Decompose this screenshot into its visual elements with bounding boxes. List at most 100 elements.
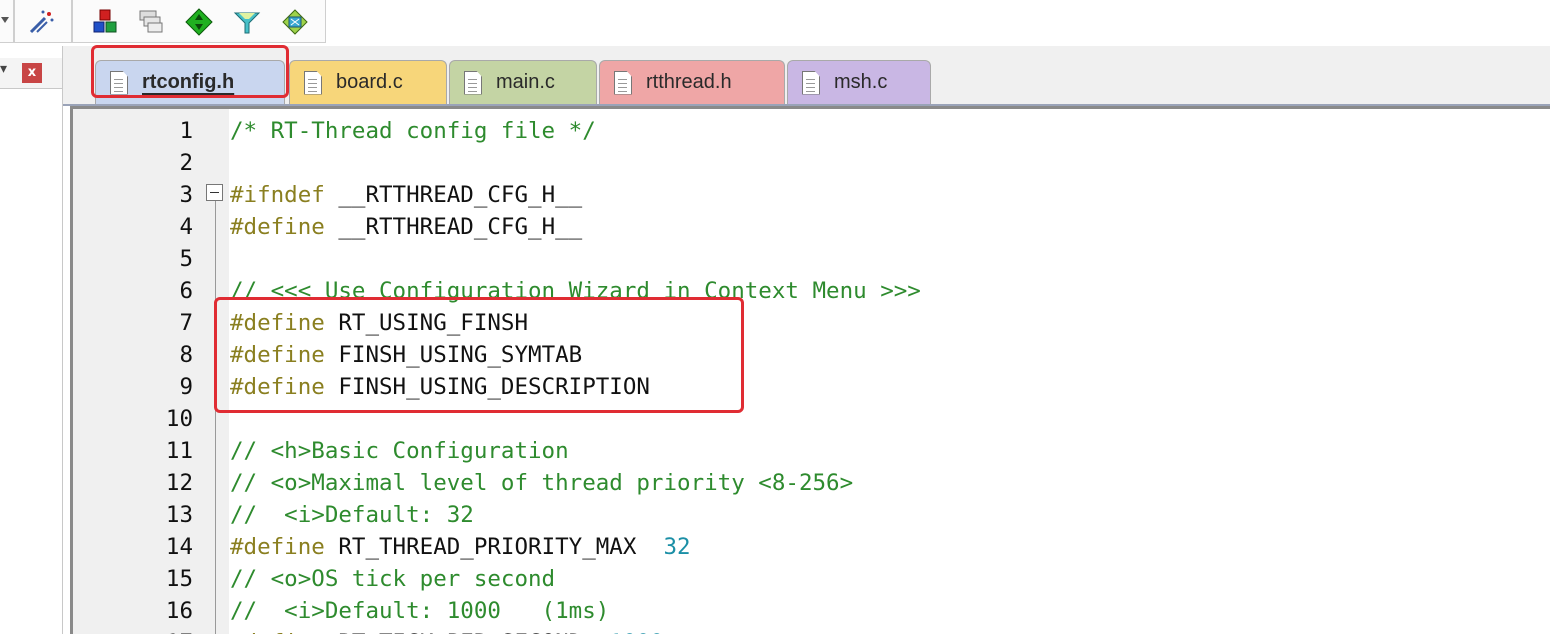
code-token-pre: #define — [230, 310, 325, 336]
line-number: 1 — [179, 118, 193, 144]
line-number: 9 — [179, 374, 193, 400]
line-number: 13 — [165, 502, 193, 528]
tab-msh-c[interactable]: msh.c — [787, 60, 931, 104]
line-number: 6 — [179, 278, 193, 304]
code-token-ident: __RTTHREAD_CFG_H__ — [324, 214, 583, 240]
code-token-ident: RT_USING_FINSH — [324, 310, 529, 336]
code-token-ident: RT_THREAD_PRIORITY_MAX — [324, 534, 664, 560]
build-target-icon[interactable] — [91, 8, 119, 36]
file-icon — [802, 70, 820, 95]
code-token-num: 32 — [663, 534, 691, 560]
code-text: // <o>Maximal level of thread priority <… — [230, 467, 853, 499]
code-line[interactable]: 12 // <o>Maximal level of thread priority… — [73, 467, 1543, 499]
code-editor[interactable]: 1 /* RT-Thread config file */ 2 3 #ifndef __… — [70, 106, 1550, 634]
code-token-pre: #define — [230, 342, 325, 368]
tab-board-c[interactable]: board.c — [289, 60, 447, 104]
code-line[interactable]: 17 #define RT_TICK_PER_SECOND 1000 — [73, 627, 1543, 634]
tab-label: msh.c — [834, 71, 888, 93]
code-token-num: 1000 — [609, 630, 663, 634]
code-text: // <i>Default: 32 — [230, 499, 474, 531]
code-line[interactable]: 9 #define FINSH_USING_DESCRIPTION — [73, 371, 1543, 403]
code-token-comment: // <i>Default: 32 — [230, 502, 474, 528]
code-text: #define FINSH_USING_SYMTAB — [230, 339, 582, 371]
code-line[interactable]: 4 #define __RTTHREAD_CFG_H__ — [73, 211, 1543, 243]
code-line[interactable]: 15 // <o>OS tick per second — [73, 563, 1543, 595]
line-number: 12 — [165, 470, 193, 496]
file-icon — [304, 70, 322, 95]
funnel-icon[interactable] — [233, 8, 261, 36]
code-line[interactable]: 7 #define RT_USING_FINSH — [73, 307, 1543, 339]
dropdown-arrow-icon[interactable] — [0, 14, 10, 26]
green-diamond-icon[interactable] — [185, 8, 213, 36]
code-token-pre: #ifndef — [230, 182, 325, 208]
tab-label: board.c — [336, 71, 403, 93]
toolbar-dropdown-group[interactable] — [0, 0, 14, 43]
code-token-ident: __RTTHREAD_CFG_H__ — [324, 182, 583, 208]
line-number: 17 — [73, 627, 193, 634]
code-line[interactable]: 16 // <i>Default: 1000 (1ms) — [73, 595, 1543, 627]
code-text: #define __RTTHREAD_CFG_H__ — [230, 211, 582, 243]
panel-dropdown-glyph[interactable]: ▾ — [0, 61, 7, 77]
panel-close-button[interactable]: x — [22, 63, 42, 83]
tab-label: main.c — [496, 71, 555, 93]
code-line[interactable]: 13 // <i>Default: 32 — [73, 499, 1543, 531]
file-icon — [110, 70, 128, 95]
project-panel: ▾ x — [0, 46, 63, 634]
code-text: /* RT-Thread config file */ — [230, 115, 596, 147]
code-text: // <<< Use Configuration Wizard in Conte… — [230, 275, 921, 307]
code-line[interactable]: 10 — [73, 403, 1543, 435]
code-text: #define FINSH_USING_DESCRIPTION — [230, 371, 650, 403]
line-number: 2 — [179, 150, 193, 176]
line-number: 16 — [165, 598, 193, 624]
code-text: // <o>OS tick per second — [230, 563, 555, 595]
line-number: 7 — [179, 310, 193, 336]
file-icon — [464, 70, 482, 95]
code-token-ident: FINSH_USING_DESCRIPTION — [324, 374, 650, 400]
line-number: 15 — [165, 566, 193, 592]
line-number: 3 — [179, 182, 193, 208]
tab-rtconfig-h[interactable]: rtconfig.h — [95, 60, 285, 104]
windows-icon[interactable] — [137, 8, 165, 36]
code-token-pre: #define — [230, 630, 325, 634]
tab-rtthread-h[interactable]: rtthread.h — [599, 60, 785, 104]
code-token-comment: // <i>Default: 1000 (1ms) — [230, 598, 610, 624]
code-token-pre: #define — [230, 214, 325, 240]
code-token-pre: #define — [230, 374, 325, 400]
code-line[interactable]: 1 /* RT-Thread config file */ — [73, 115, 1543, 147]
code-line[interactable]: 3 #ifndef __RTTHREAD_CFG_H__ — [73, 179, 1543, 211]
code-text: #define RT_TICK_PER_SECOND 1000 — [230, 627, 664, 634]
tab-main-c[interactable]: main.c — [449, 60, 597, 104]
toolbar — [0, 0, 1550, 46]
code-text: #define RT_THREAD_PRIORITY_MAX 32 — [230, 531, 691, 563]
tab-label: rtconfig.h — [142, 71, 235, 93]
code-text: // <i>Default: 1000 (1ms) — [230, 595, 609, 627]
code-line[interactable]: 6 // <<< Use Configuration Wizard in Cont… — [73, 275, 1543, 307]
code-line[interactable]: 8 #define FINSH_USING_SYMTAB — [73, 339, 1543, 371]
tab-label: rtthread.h — [646, 71, 732, 93]
code-token-comment: /* RT-Thread config file */ — [230, 118, 596, 144]
code-line[interactable]: 11 // <h>Basic Configuration — [73, 435, 1543, 467]
line-number: 14 — [165, 534, 193, 560]
component-icon[interactable] — [281, 8, 309, 36]
toolbar-wizard-group — [14, 0, 72, 43]
code-token-comment: // <o>Maximal level of thread priority <… — [230, 470, 854, 496]
line-number: 8 — [179, 342, 193, 368]
line-number: 11 — [165, 438, 193, 464]
line-number: 10 — [165, 406, 193, 432]
line-number: 4 — [179, 214, 193, 240]
toolbar-target-group — [72, 0, 326, 43]
editor-tab-strip: rtconfig.h board.c main.c rtthread.h msh… — [63, 46, 1550, 106]
code-token-ident: FINSH_USING_SYMTAB — [324, 342, 583, 368]
code-line[interactable]: 14 #define RT_THREAD_PRIORITY_MAX 32 — [73, 531, 1543, 563]
code-line[interactable]: 5 — [73, 243, 1543, 275]
code-token-comment: // <h>Basic Configuration — [230, 438, 569, 464]
code-line[interactable]: 2 — [73, 147, 1543, 179]
line-number: 5 — [179, 246, 193, 272]
wizard-wand-icon[interactable] — [27, 8, 55, 36]
code-token-ident: RT_TICK_PER_SECOND — [325, 630, 609, 634]
file-icon — [614, 70, 632, 95]
code-token-comment: // <<< Use Configuration Wizard in Conte… — [230, 278, 921, 304]
code-text: // <h>Basic Configuration — [230, 435, 569, 467]
code-token-comment: // <o>OS tick per second — [230, 566, 556, 592]
code-text: #define RT_USING_FINSH — [230, 307, 528, 339]
